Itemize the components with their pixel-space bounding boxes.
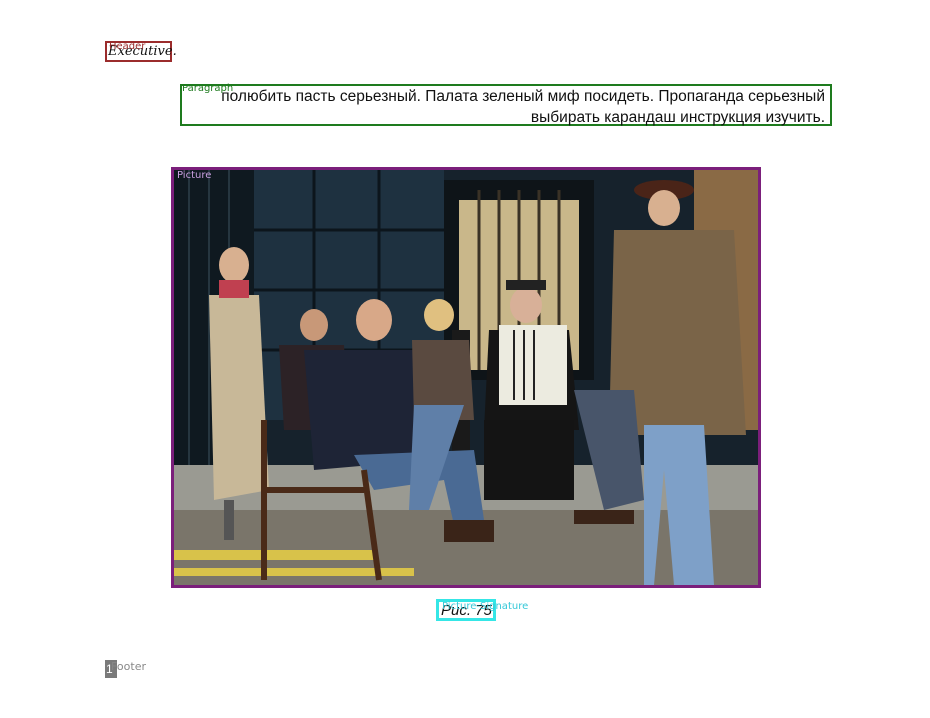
- footer-region-tag: Footer: [111, 660, 146, 673]
- picture-caption: Рис. 75 Picture-Signature: [436, 599, 528, 621]
- caption-region-tag: Picture-Signature: [442, 601, 529, 612]
- picture-region-tag: Picture: [177, 170, 212, 181]
- photo-illustration: [174, 170, 758, 585]
- page-header: Executive. Header: [105, 41, 177, 62]
- header-region-tag: Header: [109, 41, 146, 52]
- street-musicians-photo: Picture: [171, 167, 761, 588]
- paragraph-region-tag: Paragraph: [182, 83, 234, 94]
- body-paragraph: полюбить пасть серьезный. Палата зеленый…: [180, 84, 832, 126]
- paragraph-text: полюбить пасть серьезный. Палата зеленый…: [221, 88, 825, 126]
- page-footer: 1 Footer: [105, 660, 146, 678]
